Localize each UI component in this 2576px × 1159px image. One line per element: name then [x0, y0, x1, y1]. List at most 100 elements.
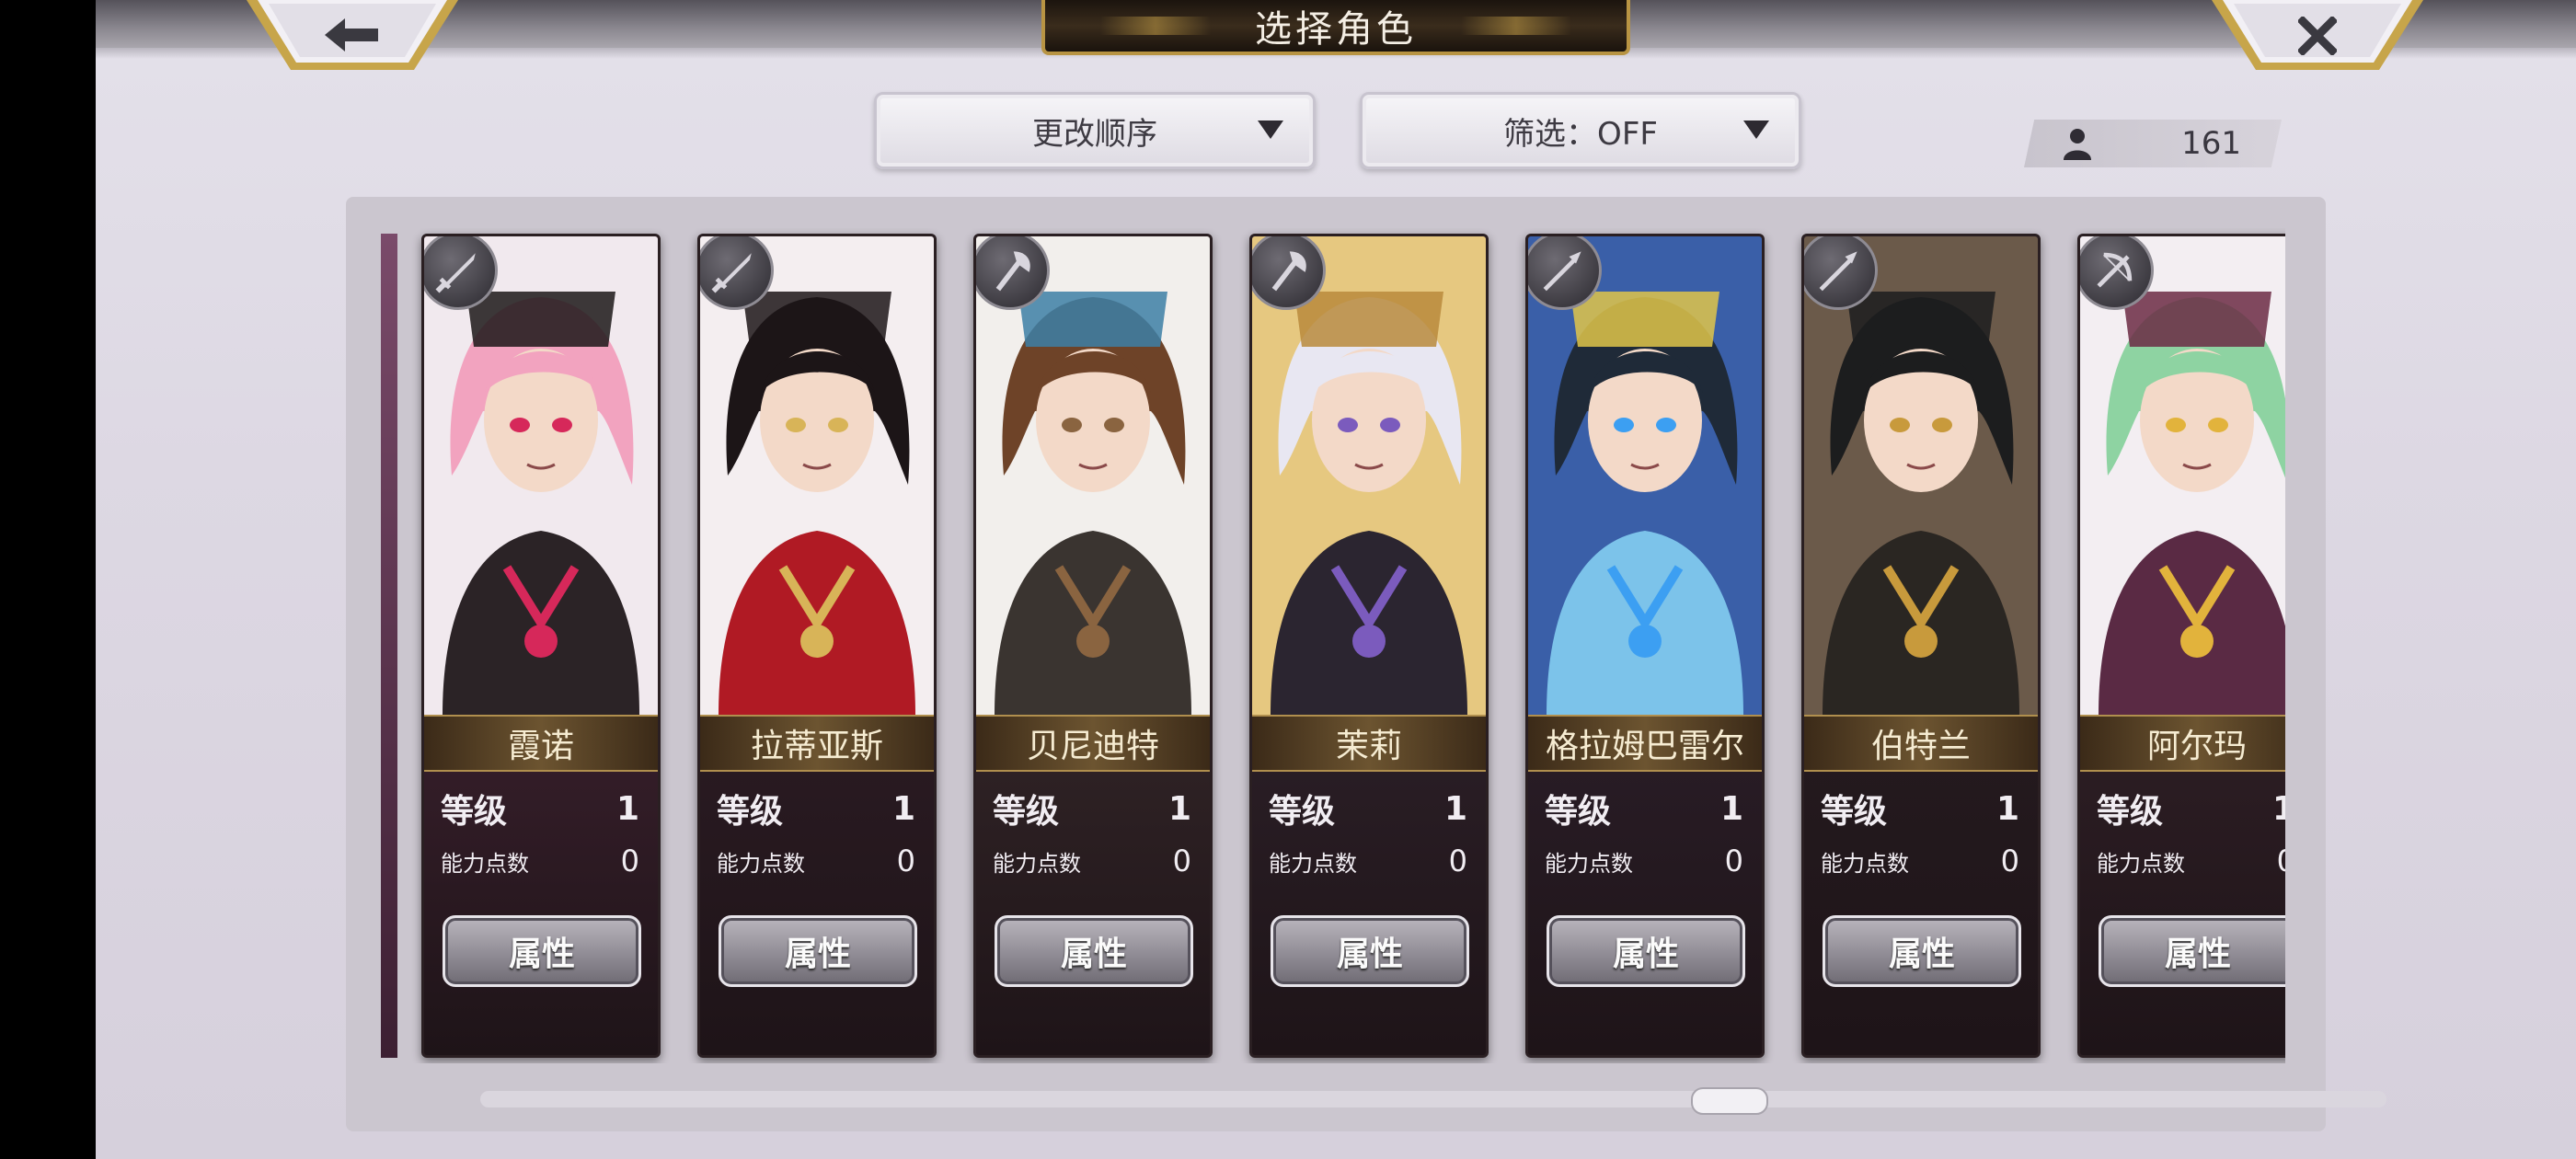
ability-points-value: 0 [620, 843, 639, 878]
level-value: 1 [1995, 789, 2019, 828]
character-count-value: 161 [2181, 125, 2241, 162]
character-count: 161 [2024, 120, 2282, 167]
character-stats: 等级 1 能力点数 0 属性 [1804, 772, 2038, 1055]
attributes-button[interactable]: 属性 [2099, 915, 2285, 987]
character-name: 霞诺 [507, 728, 574, 765]
ability-points-value: 0 [1448, 843, 1467, 878]
character-card[interactable]: 贝尼迪特等级 1 能力点数 0 属性 [973, 234, 1213, 1058]
level-value: 1 [615, 789, 639, 828]
character-stats: 等级 1 能力点数 0 属性 [700, 772, 934, 1055]
attributes-button[interactable]: 属性 [1547, 915, 1745, 987]
crossbow-icon [2097, 252, 2133, 288]
character-name: 阿尔玛 [2146, 728, 2247, 765]
character-name-bar: 拉蒂亚斯 [700, 715, 934, 772]
character-stats: 等级 1 能力点数 0 属性 [2080, 772, 2285, 1055]
attributes-button-label: 属性 [1336, 935, 1403, 973]
person-icon [2064, 129, 2091, 160]
level-row: 等级 1 [1821, 785, 2019, 832]
close-button[interactable] [2212, 0, 2423, 74]
character-name-bar: 贝尼迪特 [976, 715, 1210, 772]
attributes-button[interactable]: 属性 [443, 915, 641, 987]
attributes-button-label: 属性 [1888, 935, 1955, 973]
ability-points-value: 0 [896, 843, 915, 878]
character-name-bar: 霞诺 [424, 715, 658, 772]
attributes-button[interactable]: 属性 [1823, 915, 2021, 987]
character-name: 茉莉 [1335, 728, 1402, 765]
level-value: 1 [2272, 790, 2285, 828]
axe-icon [995, 251, 1030, 292]
sword-icon [711, 253, 752, 293]
back-button[interactable] [247, 0, 458, 74]
ability-points-label: 能力点数 [441, 850, 529, 877]
character-card[interactable]: 伯特兰等级 1 能力点数 0 属性 [1801, 234, 2041, 1058]
level-row: 等级 1 [1269, 785, 1467, 832]
level-label: 等级 [2097, 793, 2164, 831]
character-stats: 等级 1 能力点数 0 属性 [424, 772, 658, 1055]
level-label: 等级 [1821, 793, 1888, 831]
level-label: 等级 [1269, 793, 1336, 831]
ability-points-label: 能力点数 [1545, 850, 1633, 877]
level-label: 等级 [441, 793, 508, 831]
page-title: 选择角色 [1255, 8, 1417, 51]
chevron-down-icon [1743, 120, 1769, 139]
attributes-button-label: 属性 [508, 935, 575, 973]
close-icon [2298, 17, 2337, 55]
character-name: 贝尼迪特 [1026, 728, 1159, 765]
ability-points-row: 能力点数 0 [993, 843, 1191, 878]
sort-order-dropdown[interactable]: 更改顺序 [874, 92, 1316, 169]
ability-points-value: 0 [1724, 843, 1743, 878]
level-value: 1 [1719, 789, 1743, 828]
ability-points-row: 能力点数 0 [2097, 843, 2285, 878]
character-name-bar: 阿尔玛 [2080, 715, 2285, 772]
level-row: 等级 1 [441, 785, 639, 832]
ability-points-label: 能力点数 [1821, 850, 1909, 877]
character-stats: 等级 1 能力点数 0 属性 [1252, 772, 1486, 1055]
character-list[interactable]: 霞诺 等级 1 能力点数 0 属性 拉蒂亚斯 等级 1 能力点数 0 属性 贝尼迪特 等级 1 能力点数 0 属性… [381, 228, 2285, 1063]
character-name: 拉蒂亚斯 [750, 728, 883, 765]
axe-icon [1271, 251, 1306, 292]
ability-points-row: 能力点数 0 [717, 843, 915, 878]
character-name: 伯特兰 [1870, 728, 1971, 765]
level-value: 1 [891, 789, 915, 828]
attributes-button-label: 属性 [1612, 935, 1679, 973]
ability-points-value: 0 [2277, 843, 2285, 878]
ability-points-label: 能力点数 [2097, 850, 2185, 877]
partial-card-left [381, 234, 397, 1058]
level-row: 等级 1 [993, 785, 1191, 832]
spear-icon [1819, 251, 1857, 292]
character-card[interactable]: 阿尔玛等级 1 能力点数 0 属性 [2077, 234, 2285, 1058]
attributes-button[interactable]: 属性 [995, 915, 1193, 987]
character-card[interactable]: 格拉姆巴雷尔 等级 1 能力点数 0 属性 [1525, 234, 1765, 1058]
character-stats: 等级 1 能力点数 0 属性 [1528, 772, 1762, 1055]
ability-points-value: 0 [1172, 843, 1191, 878]
filter-dropdown[interactable]: 筛选：OFF [1360, 92, 1801, 169]
ability-points-label: 能力点数 [1269, 850, 1357, 877]
game-screen: 选择角色 更改顺序 筛选：OFF 161 霞诺 等级 1 能力点数 0 属性 拉蒂亚斯 等级 1… [96, 0, 2576, 1159]
level-label: 等级 [717, 793, 784, 831]
character-stats: 等级 1 能力点数 0 属性 [976, 772, 1210, 1055]
ability-points-row: 能力点数 0 [1269, 843, 1467, 878]
character-name-bar: 茉莉 [1252, 715, 1486, 772]
spear-icon [1543, 251, 1581, 292]
ability-points-row: 能力点数 0 [1821, 843, 2019, 878]
filter-label: 筛选：OFF [1503, 115, 1658, 153]
level-value: 1 [1167, 789, 1191, 828]
level-label: 等级 [1545, 793, 1612, 831]
scrollbar-thumb[interactable] [1691, 1087, 1768, 1115]
character-card[interactable]: 霞诺等级 1 能力点数 0 属性 [421, 234, 661, 1058]
ability-points-label: 能力点数 [717, 850, 805, 877]
chevron-down-icon [1258, 120, 1283, 139]
character-card[interactable]: 拉蒂亚斯等级 1 能力点数 0 属性 [697, 234, 937, 1058]
ability-points-row: 能力点数 0 [441, 843, 639, 878]
ability-points-label: 能力点数 [993, 850, 1081, 877]
level-row: 等级 1 [717, 785, 915, 832]
sword-icon [435, 253, 476, 293]
character-card[interactable]: 茉莉等级 1 能力点数 0 属性 [1249, 234, 1489, 1058]
level-row: 等级 1 [1545, 785, 1743, 832]
attributes-button-label: 属性 [2164, 935, 2231, 973]
attributes-button[interactable]: 属性 [1271, 915, 1469, 987]
attributes-button-label: 属性 [784, 935, 851, 973]
level-label: 等级 [993, 793, 1060, 831]
attributes-button[interactable]: 属性 [719, 915, 917, 987]
horizontal-scrollbar[interactable] [480, 1091, 2386, 1107]
